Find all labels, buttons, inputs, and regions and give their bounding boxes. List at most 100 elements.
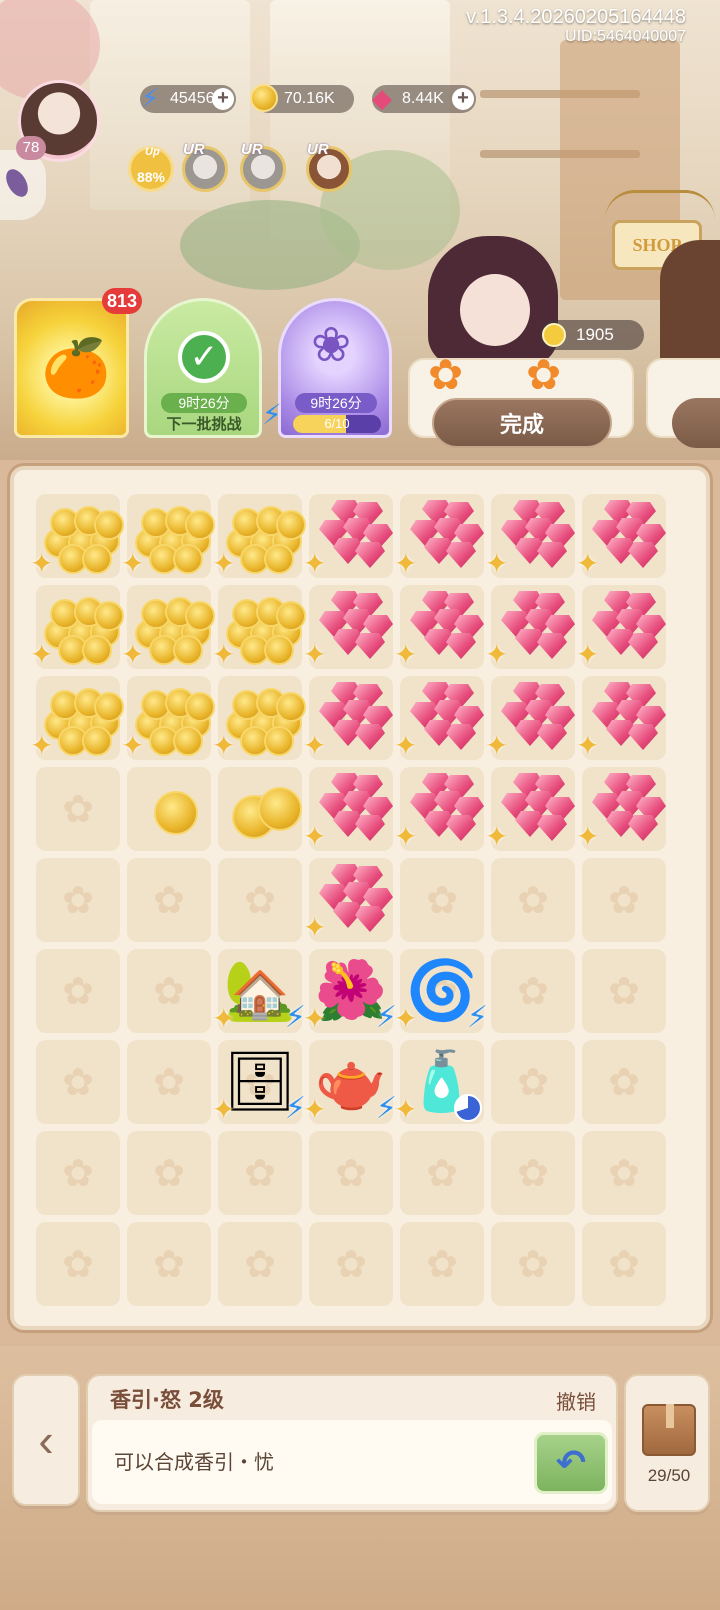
board-cell[interactable]: ✿ — [36, 949, 120, 1033]
gems-item[interactable]: ✦ — [576, 581, 670, 673]
coin-single-item[interactable] — [123, 763, 215, 855]
board-cell[interactable]: ✿ — [36, 1040, 120, 1124]
portal-item[interactable]: 🌀 ✦ ⚡ — [394, 945, 488, 1037]
board-cell[interactable]: ✿ — [127, 858, 211, 942]
board-cell[interactable]: ✿ — [400, 1222, 484, 1306]
board-cell[interactable]: ✿ — [36, 858, 120, 942]
greenhouse-item[interactable]: 🏡 ✦ ⚡ — [212, 945, 306, 1037]
sparkle-icon: ✦ — [212, 639, 236, 670]
board-cell[interactable]: ✿ — [309, 1222, 393, 1306]
undo-button[interactable]: ↶ — [534, 1432, 608, 1494]
coins-item[interactable]: ✦ — [121, 581, 215, 673]
coins-item[interactable]: ✦ — [121, 672, 215, 764]
sparkle-icon: ✦ — [576, 821, 600, 852]
board-cell[interactable]: ✿ — [491, 1222, 575, 1306]
challenge-card[interactable]: ✓ 9时26分 下一批挑战 — [144, 298, 262, 438]
gems-item[interactable]: ✦ — [485, 490, 579, 582]
sparkle-icon: ✦ — [303, 730, 327, 761]
coins-item[interactable]: ✦ — [30, 672, 124, 764]
coins-item[interactable]: ✦ — [30, 490, 124, 582]
gems-item[interactable]: ✦ — [485, 672, 579, 764]
ur-card-icon[interactable]: UR — [240, 141, 286, 192]
board-cell[interactable]: ✿ — [491, 1040, 575, 1124]
empty-flower-icon: ✿ — [153, 1152, 185, 1195]
gem-counter: ◆ 8.44K + — [372, 84, 476, 113]
board-cell[interactable]: ✿ — [491, 858, 575, 942]
gems-item[interactable]: ✦ — [303, 763, 397, 855]
board-cell[interactable]: ✿ — [400, 858, 484, 942]
order-reward: 1905 — [540, 320, 644, 350]
board-cell[interactable]: ✿ — [218, 1131, 302, 1215]
add-energy-button[interactable]: + — [212, 88, 234, 110]
collapse-button[interactable]: ‹ — [12, 1374, 80, 1506]
board-cell[interactable]: ✿ — [36, 1222, 120, 1306]
uid-text: UID:5464040007 — [565, 28, 686, 45]
checkmark-icon: ✓ — [178, 331, 230, 383]
board-cell[interactable]: ✿ — [491, 1131, 575, 1215]
sparkle-icon: ✦ — [303, 639, 327, 670]
empty-flower-icon: ✿ — [244, 1243, 276, 1286]
board-cell[interactable]: ✿ — [582, 1131, 666, 1215]
lavender-event-card[interactable]: ❀ 9时26分 6/10 — [278, 298, 392, 438]
ur-card-icon[interactable]: UR — [182, 141, 228, 192]
board-cell[interactable]: ✿ — [218, 1222, 302, 1306]
gems-item[interactable]: ✦ — [485, 581, 579, 673]
player-avatar-group[interactable]: 78 — [16, 80, 106, 162]
sparkle-icon: ✦ — [485, 821, 509, 852]
coins-item[interactable]: ✦ — [212, 672, 306, 764]
board-cell[interactable]: ✿ — [127, 1222, 211, 1306]
cabinet-item[interactable]: 🗄 ✦ ⚡ — [212, 1036, 306, 1128]
coin-double-item[interactable] — [214, 763, 306, 855]
gems-item[interactable]: ✦ — [394, 672, 488, 764]
gems-item[interactable]: ✦ — [394, 490, 488, 582]
gems-item[interactable]: ✦ — [394, 581, 488, 673]
shop-hanger — [605, 190, 715, 220]
board-cell[interactable]: ✿ — [36, 767, 120, 851]
board-cell[interactable]: ✿ — [582, 1040, 666, 1124]
gems-item[interactable]: ✦ — [303, 581, 397, 673]
flower-branch-icon: ✿ — [526, 351, 562, 398]
board-cell[interactable]: ✿ — [218, 858, 302, 942]
empty-flower-icon: ✿ — [426, 1243, 458, 1286]
teapot-item[interactable]: 🫖 ✦ ⚡ — [303, 1036, 397, 1128]
board-cell[interactable]: ✿ — [491, 949, 575, 1033]
board-cell[interactable]: ✿ — [127, 949, 211, 1033]
coins-item[interactable]: ✦ — [30, 581, 124, 673]
sparkle-icon: ✦ — [485, 639, 509, 670]
coins-item[interactable]: ✦ — [121, 490, 215, 582]
sparkle-icon: ✦ — [576, 639, 600, 670]
board-cell[interactable]: ✿ — [127, 1040, 211, 1124]
coins-item[interactable]: ✦ — [212, 581, 306, 673]
board-cell[interactable]: ✿ — [582, 949, 666, 1033]
ur-card-icon[interactable]: UR — [306, 141, 352, 192]
board-cell[interactable]: ✿ — [582, 1222, 666, 1306]
board-cell[interactable]: ✿ — [309, 1131, 393, 1215]
coins-item[interactable]: ✦ — [212, 490, 306, 582]
sparkle-icon: ✦ — [303, 1003, 327, 1034]
gems-item[interactable]: ✦ — [303, 672, 397, 764]
sparkle-icon: ✦ — [394, 730, 418, 761]
gems-item[interactable]: ✦ — [576, 672, 670, 764]
board-cell[interactable]: ✿ — [36, 1131, 120, 1215]
add-gems-button[interactable]: + — [452, 88, 474, 110]
gems-item[interactable]: ✦ — [485, 763, 579, 855]
complete-order-button-2[interactable] — [672, 398, 720, 448]
gems-item[interactable]: ✦ — [576, 490, 670, 582]
gems-item[interactable]: ✦ — [394, 763, 488, 855]
board-cell[interactable]: ✿ — [127, 1131, 211, 1215]
orange-order-card[interactable]: 🍊 — [14, 298, 129, 438]
boost-percent-icon[interactable]: Up 88% — [128, 146, 174, 192]
order-reward-value: 1905 — [576, 325, 614, 344]
gems-item[interactable]: ✦ — [303, 854, 397, 946]
gems-item[interactable]: ✦ — [303, 490, 397, 582]
empty-flower-icon: ✿ — [608, 1061, 640, 1104]
board-cell[interactable]: ✿ — [582, 858, 666, 942]
kumquat-icon: 🍊 — [41, 336, 111, 399]
perfume-item[interactable]: 🧴 ✦ — [394, 1036, 488, 1128]
gems-item[interactable]: ✦ — [576, 763, 670, 855]
energy-counter: ⚡ 45456 + — [140, 84, 236, 113]
board-cell[interactable]: ✿ — [400, 1131, 484, 1215]
storage-bag-button[interactable]: 29/50 — [624, 1374, 710, 1512]
complete-order-button[interactable]: 完成 — [432, 398, 612, 448]
flower-cart-item[interactable]: 🌺 ✦ ⚡ — [303, 945, 397, 1037]
